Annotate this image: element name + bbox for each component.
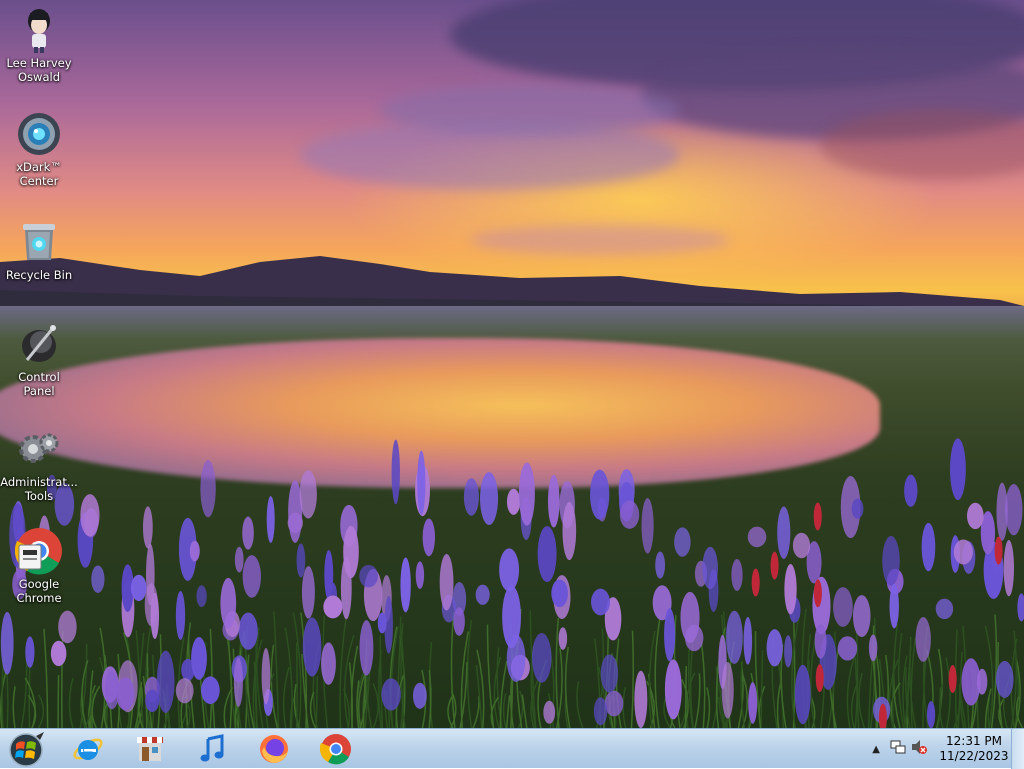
- desktop-icon-label: xDark™ Center: [16, 160, 62, 188]
- music-icon: [200, 734, 224, 762]
- taskbar-chrome[interactable]: [310, 731, 362, 767]
- chrome-icon: [15, 527, 63, 575]
- taskbar: ▲ 12:31 PM 11/22/2023: [0, 728, 1024, 769]
- lupine-flowers: [0, 438, 1024, 728]
- network-icon[interactable]: [890, 739, 906, 759]
- desktop-icon-label: Administrat... Tools: [0, 475, 78, 503]
- desktop-icon-label: Lee Harvey Oswald: [6, 56, 72, 84]
- clock-date: 11/22/2023: [939, 749, 1009, 763]
- recycle-bin-icon: [15, 218, 63, 266]
- desktop-icon-administrative-tools[interactable]: Administrat... Tools: [0, 425, 78, 503]
- taskbar-clock[interactable]: 12:31 PM 11/22/2023: [938, 734, 1010, 764]
- clock-time: 12:31 PM: [946, 734, 1002, 748]
- show-hidden-icons-button[interactable]: ▲: [872, 744, 880, 755]
- chrome-icon: [320, 734, 351, 765]
- xdark-center-icon: [15, 110, 63, 158]
- user-avatar-icon: [15, 6, 63, 54]
- admin-tools-icon: [15, 425, 63, 473]
- desktop-icon-label: Control Panel: [18, 370, 60, 398]
- desktop-icon-recycle-bin[interactable]: Recycle Bin: [1, 218, 77, 282]
- start-button[interactable]: [4, 730, 48, 768]
- system-tray: ▲ 12:31 PM 11/22/2023: [872, 729, 1010, 769]
- internet-explorer-icon: [73, 738, 103, 760]
- show-desktop-button[interactable]: [1011, 729, 1024, 769]
- taskbar-store[interactable]: [124, 731, 176, 767]
- desktop-icon-label: Recycle Bin: [5, 268, 73, 282]
- volume-muted-icon[interactable]: [910, 739, 928, 759]
- firefox-icon: [260, 735, 288, 763]
- taskbar-internet-explorer[interactable]: [62, 731, 114, 767]
- cloud: [820, 110, 1024, 180]
- desktop-icon-label: Google Chrome: [16, 577, 62, 605]
- desktop-icon-xdark-center[interactable]: xDark™ Center: [1, 110, 77, 188]
- taskbar-firefox[interactable]: [248, 731, 300, 767]
- desktop-icon-control-panel[interactable]: Control Panel: [1, 320, 77, 398]
- start-orb-icon: [9, 732, 44, 767]
- store-icon: [137, 737, 163, 761]
- desktop-icon-google-chrome[interactable]: Google Chrome: [1, 527, 77, 605]
- desktop-icon-lee-harvey-oswald[interactable]: Lee Harvey Oswald: [1, 6, 77, 84]
- taskbar-music-player[interactable]: [186, 731, 238, 767]
- control-panel-icon: [15, 320, 63, 368]
- desktop-background: Lee Harvey Oswald xDark™ Center Recycle: [0, 0, 1024, 728]
- cloud: [380, 85, 680, 135]
